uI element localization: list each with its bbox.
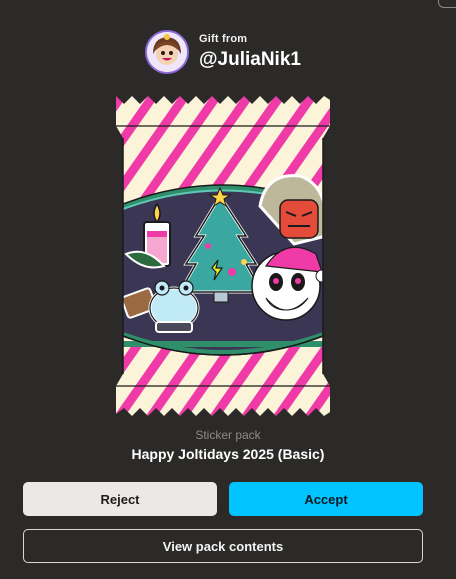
sender-username[interactable]: @JuliaNik1 bbox=[199, 49, 301, 71]
window-corner-tab bbox=[438, 0, 456, 8]
sender-avatar[interactable] bbox=[145, 30, 189, 74]
pack-type-label: Sticker pack bbox=[195, 428, 261, 442]
gift-sender: Gift from @JuliaNik1 bbox=[145, 27, 301, 77]
gift-from-label: Gift from bbox=[199, 33, 248, 45]
pack-name: Happy Joltidays 2025 (Basic) bbox=[131, 446, 325, 462]
reject-button[interactable]: Reject bbox=[23, 482, 217, 516]
view-pack-contents-button[interactable]: View pack contents bbox=[23, 529, 423, 563]
accept-button[interactable]: Accept bbox=[229, 482, 423, 516]
sticker-pack-image bbox=[116, 96, 330, 416]
